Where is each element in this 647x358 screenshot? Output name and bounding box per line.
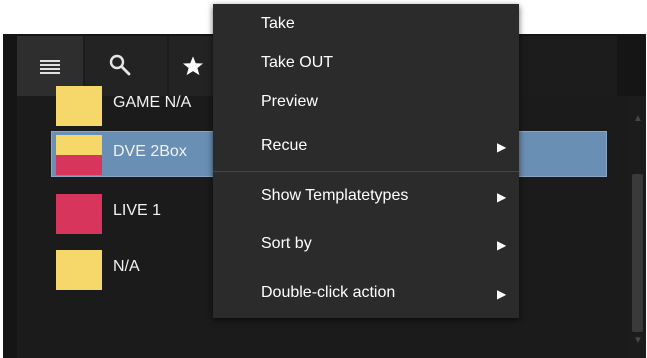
submenu-arrow-icon: ▶: [497, 190, 507, 204]
color-swatch: [56, 135, 102, 175]
menu-item-recue[interactable]: Recue ▶: [213, 128, 519, 164]
menu-item-show-templatetypes[interactable]: Show Templatetypes ▶: [213, 178, 519, 214]
submenu-arrow-icon: ▶: [497, 140, 507, 154]
color-swatch: [56, 194, 102, 234]
menu-item-label: Take: [261, 15, 295, 32]
submenu-arrow-icon: ▶: [497, 287, 507, 301]
star-icon: [182, 56, 204, 76]
color-swatch: [56, 86, 102, 126]
menu-item-label: Double-click action: [261, 284, 396, 301]
item-label: LIVE 1: [113, 202, 162, 219]
search-icon: [109, 54, 131, 76]
menu-item-take-out[interactable]: Take OUT: [213, 45, 519, 81]
menu-item-preview[interactable]: Preview: [213, 84, 519, 120]
menu-item-take[interactable]: Take: [213, 6, 519, 42]
item-label: DVE 2Box: [113, 143, 187, 160]
item-label: GAME N/A: [113, 94, 192, 111]
menu-item-label: Recue: [261, 137, 308, 154]
menu-item-label: Take OUT: [261, 54, 334, 71]
menu-item-sort-by[interactable]: Sort by ▶: [213, 226, 519, 262]
color-swatch: [56, 250, 102, 290]
context-menu: Take Take OUT Preview Recue ▶ Show Templ…: [213, 4, 519, 318]
submenu-arrow-icon: ▶: [497, 238, 507, 252]
scrollbar-thumb[interactable]: [632, 174, 643, 332]
scroll-down-icon[interactable]: ▼: [633, 336, 643, 346]
menu-item-label: Show Templatetypes: [261, 187, 409, 204]
menu-separator: [213, 171, 519, 172]
menu-item-double-click-action[interactable]: Double-click action ▶: [213, 275, 519, 311]
item-label: N/A: [113, 258, 140, 275]
list-icon: [40, 60, 60, 74]
scroll-up-icon[interactable]: ▲: [633, 114, 643, 124]
menu-item-label: Preview: [261, 93, 318, 110]
vertical-scrollbar[interactable]: ▲ ▼: [629, 96, 646, 358]
menu-item-label: Sort by: [261, 235, 312, 252]
